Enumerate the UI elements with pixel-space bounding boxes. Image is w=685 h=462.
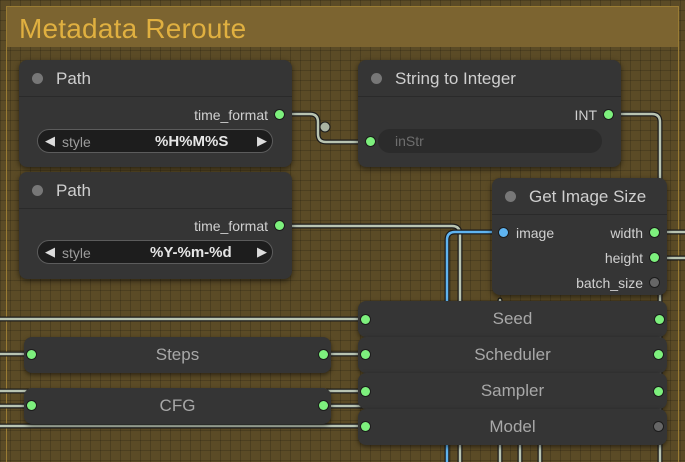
increment-arrow-icon[interactable]: ▶ <box>257 244 267 260</box>
sampler-reroute[interactable]: Sampler <box>358 373 667 409</box>
node-title: Path <box>56 69 91 88</box>
collapse-toggle-icon[interactable] <box>371 73 382 84</box>
instr-input[interactable]: inStr <box>378 129 602 153</box>
decrement-arrow-icon[interactable]: ◀ <box>45 133 55 149</box>
model-input-slot[interactable] <box>361 422 370 431</box>
output-slot-batch-size[interactable] <box>650 278 659 287</box>
output-label-batch-size: batch_size <box>576 275 643 291</box>
scheduler-reroute[interactable]: Scheduler <box>358 337 667 373</box>
collapse-toggle-icon[interactable] <box>32 73 43 84</box>
seed-input-slot[interactable] <box>361 315 370 324</box>
style-widget[interactable]: ◀ style %H%M%S ▶ <box>37 129 273 153</box>
cfg-label: CFG <box>159 396 196 415</box>
output-slot-time-format[interactable] <box>275 110 284 119</box>
widget-name: style <box>62 245 91 261</box>
node-graph-canvas[interactable]: Metadata Reroute Path time_format ◀ styl… <box>0 0 685 462</box>
seed-output-slot[interactable] <box>655 315 664 324</box>
scheduler-input-slot[interactable] <box>361 350 370 359</box>
output-label-int: INT <box>574 107 597 123</box>
widget-name: style <box>62 134 91 150</box>
sampler-output-slot[interactable] <box>654 387 663 396</box>
input-slot-image[interactable] <box>499 228 508 237</box>
get-image-size-node[interactable]: Get Image Size image width height batch_… <box>492 178 667 295</box>
path-node-2[interactable]: Path time_format ◀ style %Y-%m-%d ▶ <box>19 172 292 279</box>
get-image-size-titlebar[interactable]: Get Image Size <box>492 178 667 215</box>
node-title: Path <box>56 181 91 200</box>
output-slot-width[interactable] <box>650 228 659 237</box>
output-label-width: width <box>610 225 643 241</box>
seed-label: Seed <box>492 309 533 328</box>
model-reroute[interactable]: Model <box>358 409 667 445</box>
instr-placeholder: inStr <box>395 133 424 149</box>
steps-label: Steps <box>155 345 200 364</box>
scheduler-label: Scheduler <box>474 345 551 364</box>
steps-output-slot[interactable] <box>319 350 328 359</box>
output-label-time-format: time_format <box>194 107 268 123</box>
reroute-dot <box>319 121 331 133</box>
steps-input-slot[interactable] <box>27 350 36 359</box>
cfg-reroute[interactable]: CFG <box>24 388 331 424</box>
widget-value: %H%M%S <box>155 133 229 150</box>
path-node-1[interactable]: Path time_format ◀ style %H%M%S ▶ <box>19 60 292 167</box>
model-label: Model <box>489 417 536 436</box>
scheduler-output-slot[interactable] <box>654 350 663 359</box>
model-output-slot[interactable] <box>654 422 663 431</box>
output-label-height: height <box>604 250 643 266</box>
node-title: Get Image Size <box>529 187 647 206</box>
path-node-1-titlebar[interactable]: Path <box>19 60 292 97</box>
output-slot-height[interactable] <box>650 253 659 262</box>
decrement-arrow-icon[interactable]: ◀ <box>45 244 55 260</box>
sampler-label: Sampler <box>480 381 545 400</box>
cfg-output-slot[interactable] <box>319 401 328 410</box>
seed-reroute[interactable]: Seed <box>358 301 667 337</box>
string-to-integer-titlebar[interactable]: String to Integer <box>358 60 621 97</box>
sampler-input-slot[interactable] <box>361 387 370 396</box>
input-label-image: image <box>516 225 555 241</box>
increment-arrow-icon[interactable]: ▶ <box>257 133 267 149</box>
output-slot-int[interactable] <box>604 110 613 119</box>
node-title: String to Integer <box>395 69 516 88</box>
output-slot-time-format[interactable] <box>275 221 284 230</box>
cfg-input-slot[interactable] <box>27 401 36 410</box>
output-label-time-format: time_format <box>194 218 268 234</box>
widget-value: %Y-%m-%d <box>150 244 232 261</box>
style-widget[interactable]: ◀ style %Y-%m-%d ▶ <box>37 240 273 264</box>
path-node-2-titlebar[interactable]: Path <box>19 172 292 209</box>
collapse-toggle-icon[interactable] <box>32 185 43 196</box>
collapse-toggle-icon[interactable] <box>505 191 516 202</box>
steps-reroute[interactable]: Steps <box>24 337 331 373</box>
string-to-integer-node[interactable]: String to Integer INT inStr <box>358 60 621 167</box>
input-slot-instr[interactable] <box>366 137 375 146</box>
